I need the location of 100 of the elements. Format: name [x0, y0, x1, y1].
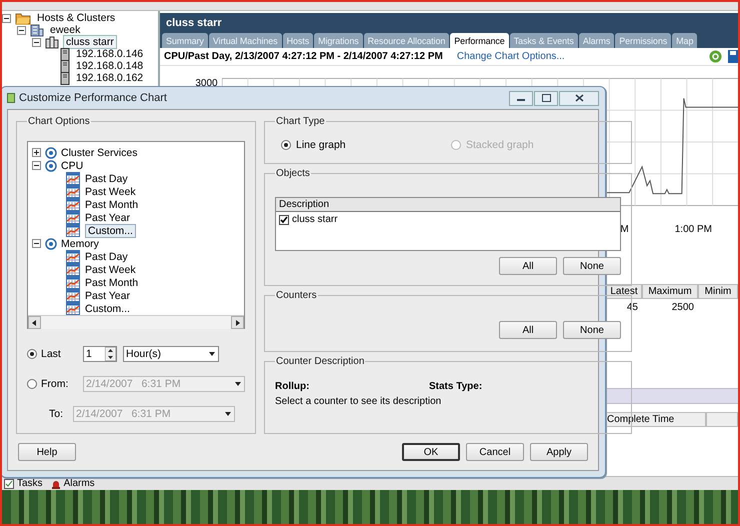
group-title: Counters — [275, 290, 318, 301]
minimize-button[interactable] — [509, 90, 533, 106]
chart-icon — [66, 276, 80, 289]
dialog-button[interactable]: Apply — [530, 443, 588, 461]
tree-item[interactable]: cluss starr — [63, 35, 117, 49]
maximize-button[interactable] — [534, 90, 558, 106]
tree-item[interactable]: Past Week — [85, 186, 136, 198]
unit-dropdown[interactable]: Hour(s) — [123, 346, 219, 362]
status-tab[interactable]: Alarms — [64, 478, 95, 489]
tree-item[interactable]: Past Year — [85, 212, 130, 224]
column-header[interactable]: Description — [276, 198, 620, 212]
group-title: Counter Description — [275, 356, 366, 367]
column-header[interactable]: Minim — [698, 284, 738, 299]
server-group-icon — [45, 36, 59, 48]
server-icon — [60, 72, 70, 84]
radio-button[interactable] — [281, 140, 291, 150]
window-icon — [7, 93, 15, 103]
collapse-icon[interactable] — [2, 14, 11, 22]
select-button[interactable]: All — [499, 257, 557, 275]
right-arrow-icon — [234, 318, 242, 326]
save-icon[interactable] — [728, 50, 738, 63]
help-button[interactable]: Help — [18, 443, 76, 461]
field-label: Rollup: — [275, 381, 310, 392]
dialog-button[interactable]: OK — [402, 443, 460, 461]
group-title: Chart Type — [275, 116, 326, 127]
tree-item[interactable]: 192.168.0.162 — [74, 72, 146, 84]
tree-item[interactable]: CPU — [61, 160, 84, 172]
building-icon — [30, 24, 44, 36]
left-arrow-icon — [30, 318, 38, 326]
tree-item[interactable]: Past Month — [85, 198, 138, 210]
alarm-icon — [50, 478, 61, 488]
server-icon — [60, 48, 70, 60]
status-tab[interactable]: Tasks — [17, 478, 43, 489]
dropdown-arrow-icon — [208, 350, 216, 358]
collapse-icon[interactable] — [17, 26, 26, 34]
tree-item[interactable]: Past Month — [85, 276, 138, 288]
tree-item[interactable]: Cluster Services — [61, 146, 138, 158]
select-button[interactable]: All — [499, 321, 557, 339]
tree-item[interactable]: Hosts & Clusters — [35, 12, 118, 24]
server-icon — [60, 60, 70, 72]
tree-item[interactable]: Past Day — [85, 250, 128, 262]
tree-item[interactable]: Custom... — [85, 224, 136, 238]
collapse-icon[interactable] — [32, 161, 41, 170]
chart-icon — [66, 250, 80, 263]
folder-icon — [15, 12, 31, 24]
field-label: Stats Type: — [429, 381, 482, 392]
chart-icon — [66, 302, 80, 315]
field-label: To: — [48, 408, 63, 420]
close-button[interactable] — [559, 90, 599, 106]
tab[interactable]: Performance — [450, 33, 509, 48]
tree-item[interactable]: 192.168.0.146 — [74, 48, 146, 60]
tree-item[interactable]: Memory — [61, 238, 99, 250]
dropdown-arrow-icon — [224, 410, 232, 418]
close-icon — [574, 94, 584, 102]
radio-button[interactable] — [27, 349, 37, 359]
window-title: Customize Performance Chart — [19, 92, 167, 104]
scroll-right-button[interactable] — [231, 316, 244, 329]
collapse-icon[interactable] — [32, 239, 41, 248]
tree-item[interactable]: Custom... — [85, 302, 130, 314]
radio-label[interactable]: Line graph — [296, 139, 346, 151]
tree-item[interactable]: Past Week — [85, 264, 136, 276]
dropdown-arrow-icon — [234, 380, 242, 388]
table-cell-text: 2500 — [670, 301, 695, 315]
group-title: Chart Options — [27, 116, 91, 127]
group-title: Objects — [275, 168, 311, 179]
checklist-icon — [4, 478, 14, 488]
chart-icon — [66, 263, 80, 276]
panel-header: cluss starr — [160, 13, 738, 33]
radio-label[interactable]: Last — [41, 348, 61, 360]
chart-icon — [66, 211, 80, 224]
scroll-left-button[interactable] — [28, 316, 41, 329]
tree-item[interactable]: Past Year — [85, 290, 130, 302]
tree-item[interactable]: 192.168.0.148 — [74, 60, 146, 72]
table-cell-text: 45 — [626, 301, 639, 315]
tree-item[interactable]: eweek — [48, 24, 82, 36]
number-spinner[interactable]: 1 — [83, 346, 117, 362]
object-list[interactable]: Description cluss starr — [275, 197, 621, 251]
spinner-arrows-icon[interactable] — [105, 347, 116, 361]
target-icon — [45, 238, 57, 250]
tree-item[interactable]: Past Day — [85, 172, 128, 184]
select-button[interactable]: None — [563, 321, 621, 339]
target-icon — [45, 146, 57, 158]
chart-icon — [66, 198, 80, 211]
change-chart-options-link[interactable]: Change Chart Options... — [456, 51, 565, 62]
target-icon — [45, 160, 57, 172]
column-header[interactable]: Maximum — [642, 284, 698, 299]
chart-icon — [66, 224, 80, 237]
dialog-button[interactable]: Cancel — [466, 443, 524, 461]
select-button[interactable]: None — [563, 257, 621, 275]
description-text: Select a counter to see its description — [275, 396, 442, 407]
chart-icon — [66, 172, 80, 185]
expand-icon[interactable] — [32, 148, 41, 157]
chart-icon — [66, 185, 80, 198]
axis-label: 1:00 PM — [674, 224, 712, 237]
refresh-icon[interactable] — [709, 50, 722, 63]
collapse-icon[interactable] — [32, 38, 41, 46]
tree-view[interactable]: Cluster Services CPU Past Day Past Week Past Month Past Year Custom... Memory Past Day Past Week Past Month Past Year Custom... — [27, 141, 245, 329]
checkbox[interactable] — [279, 214, 289, 224]
chart-icon — [66, 289, 80, 302]
checkbox-label[interactable]: cluss starr — [292, 214, 338, 225]
